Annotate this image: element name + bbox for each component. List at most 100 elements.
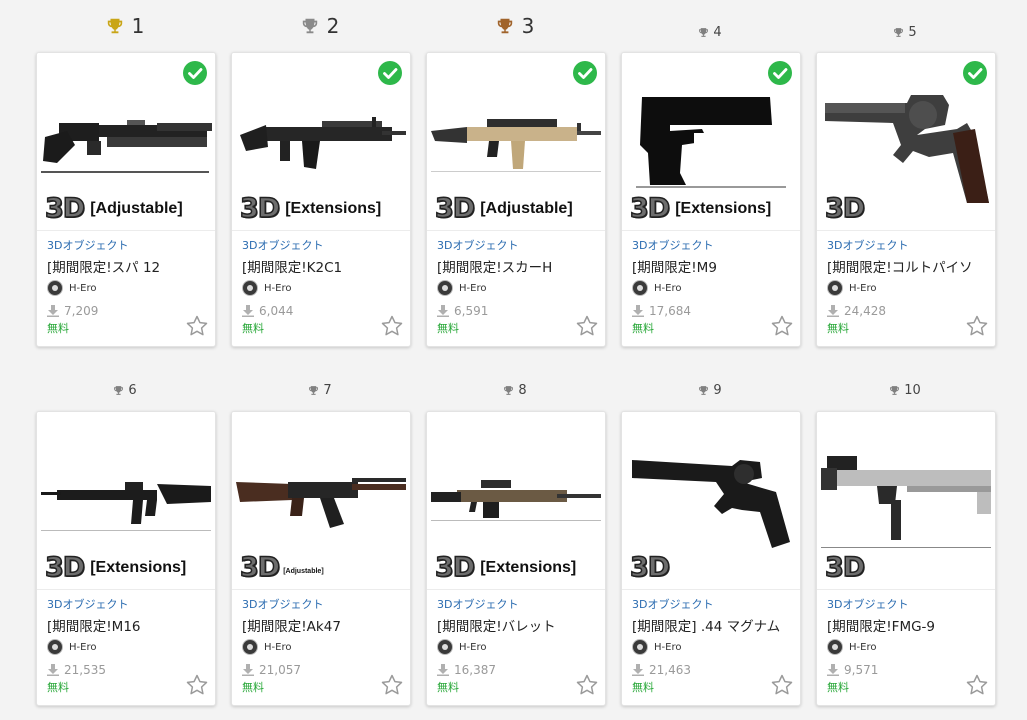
trophy-icon — [503, 385, 518, 396]
item-card[interactable]: 3D 3Dオブジェクト [期間限定] .44 マグナム H-Ero 21,463 無料 — [621, 411, 801, 706]
item-thumbnail[interactable]: 3D — [817, 53, 995, 231]
3d-badge: 3D [Extensions] — [434, 551, 576, 584]
category-link[interactable]: 3Dオブジェクト — [827, 237, 987, 252]
item-thumbnail[interactable]: 3D — [622, 412, 800, 590]
item-card[interactable]: 3D [Extensions] 3Dオブジェクト [期間限定!M16 H-Ero 21,5… — [36, 411, 216, 706]
rank-label-7: 7 — [231, 381, 409, 399]
item-title[interactable]: [期間限定!Ak47 — [242, 615, 402, 633]
item-card[interactable]: 3D [Extensions] 3Dオブジェクト [期間限定!バレット H-Ero 16,… — [426, 411, 606, 706]
author-name: H-Ero — [459, 282, 487, 294]
star-icon[interactable] — [770, 673, 794, 697]
star-icon[interactable] — [575, 673, 599, 697]
download-count: 21,463 — [632, 663, 792, 677]
author[interactable]: H-Ero — [632, 279, 792, 297]
category-link[interactable]: 3Dオブジェクト — [242, 596, 402, 611]
item-thumbnail[interactable]: 3D [Adjustable] — [232, 412, 410, 590]
star-icon[interactable] — [965, 314, 989, 338]
check-icon — [963, 61, 987, 85]
author[interactable]: H-Ero — [47, 638, 207, 656]
item-card[interactable]: 3D [Adjustable] 3Dオブジェクト [期間限定!スパ 12 H-Ero 7,… — [36, 52, 216, 347]
avatar — [632, 639, 648, 655]
item-card[interactable]: 3D [Extensions] 3Dオブジェクト [期間限定!M9 H-Ero 17,68… — [621, 52, 801, 347]
author[interactable]: H-Ero — [242, 279, 402, 297]
star-icon[interactable] — [380, 314, 404, 338]
trophy-icon — [113, 385, 128, 396]
avatar — [437, 639, 453, 655]
star-icon[interactable] — [575, 314, 599, 338]
weapon-image — [632, 460, 790, 548]
trophy-icon — [698, 27, 713, 38]
price-label: 無料 — [47, 322, 69, 335]
3d-logo: 3D — [239, 192, 281, 225]
rank-label-4: 4 — [621, 23, 799, 41]
author[interactable]: H-Ero — [242, 638, 402, 656]
category-link[interactable]: 3Dオブジェクト — [437, 596, 597, 611]
download-count: 16,387 — [437, 663, 597, 677]
star-icon[interactable] — [770, 314, 794, 338]
item-card[interactable]: 3D 3Dオブジェクト [期間限定!コルトパイソ H-Ero 24,428 無料 — [816, 52, 996, 347]
item-title[interactable]: [期間限定!K2C1 — [242, 256, 402, 274]
item-thumbnail[interactable]: 3D [Adjustable] — [37, 53, 215, 231]
weapon-image — [821, 456, 991, 548]
author[interactable]: H-Ero — [632, 638, 792, 656]
category-link[interactable]: 3Dオブジェクト — [437, 237, 597, 252]
author-name: H-Ero — [654, 282, 682, 294]
author[interactable]: H-Ero — [47, 279, 207, 297]
feature-tag: [Adjustable] — [480, 199, 573, 217]
category-link[interactable]: 3Dオブジェクト — [632, 237, 792, 252]
category-link[interactable]: 3Dオブジェクト — [47, 596, 207, 611]
download-count-value: 16,387 — [454, 663, 496, 677]
item-title[interactable]: [期間限定] .44 マグナム — [632, 615, 792, 633]
item-title[interactable]: [期間限定!コルトパイソ — [827, 256, 987, 274]
item-thumbnail[interactable]: 3D [Extensions] — [37, 412, 215, 590]
category-link[interactable]: 3Dオブジェクト — [242, 237, 402, 252]
feature-tag: [Adjustable] — [90, 199, 183, 217]
download-icon — [47, 305, 59, 317]
item-thumbnail[interactable]: 3D [Adjustable] — [427, 53, 605, 231]
category-link[interactable]: 3Dオブジェクト — [827, 596, 987, 611]
item-thumbnail[interactable]: 3D [Extensions] — [427, 412, 605, 590]
item-title[interactable]: [期間限定!FMG-9 — [827, 615, 987, 633]
author-name: H-Ero — [264, 641, 292, 653]
category-link[interactable]: 3Dオブジェクト — [632, 596, 792, 611]
download-icon — [242, 305, 254, 317]
star-icon[interactable] — [185, 314, 209, 338]
item-card[interactable]: 3D 3Dオブジェクト [期間限定!FMG-9 H-Ero 9,571 無料 — [816, 411, 996, 706]
item-card[interactable]: 3D [Adjustable] 3Dオブジェクト [期間限定!スカーH H-Ero 6,5… — [426, 52, 606, 347]
3d-logo: 3D — [239, 551, 281, 584]
3d-logo: 3D — [44, 192, 86, 225]
3d-badge: 3D [Adjustable] — [434, 192, 573, 225]
item-title[interactable]: [期間限定!M16 — [47, 615, 207, 633]
feature-tag: [Extensions] — [285, 199, 382, 217]
download-count-value: 21,057 — [259, 663, 301, 677]
item-title[interactable]: [期間限定!バレット — [437, 615, 597, 633]
rank-label-3: 3 — [426, 12, 604, 40]
item-card[interactable]: 3D [Extensions] 3Dオブジェクト [期間限定!K2C1 H-Ero 6,0… — [231, 52, 411, 347]
author-name: H-Ero — [69, 282, 97, 294]
author[interactable]: H-Ero — [827, 279, 987, 297]
download-icon — [632, 305, 644, 317]
item-title[interactable]: [期間限定!M9 — [632, 256, 792, 274]
star-icon[interactable] — [380, 673, 404, 697]
author[interactable]: H-Ero — [827, 638, 987, 656]
star-icon[interactable] — [185, 673, 209, 697]
item-thumbnail[interactable]: 3D [Extensions] — [232, 53, 410, 231]
3d-logo: 3D — [629, 551, 671, 584]
star-icon[interactable] — [965, 673, 989, 697]
rank-label-6: 6 — [36, 381, 214, 399]
author-name: H-Ero — [459, 641, 487, 653]
3d-logo: 3D — [434, 551, 476, 584]
item-card[interactable]: 3D [Adjustable] 3Dオブジェクト [期間限定!Ak47 H-Ero 21,… — [231, 411, 411, 706]
author[interactable]: H-Ero — [437, 279, 597, 297]
category-link[interactable]: 3Dオブジェクト — [47, 237, 207, 252]
check-icon — [573, 61, 597, 85]
rank-number: 10 — [904, 382, 921, 398]
feature-tag: [Extensions] — [675, 199, 772, 217]
rank-label-8: 8 — [426, 381, 604, 399]
item-title[interactable]: [期間限定!スパ 12 — [47, 256, 207, 274]
author[interactable]: H-Ero — [437, 638, 597, 656]
item-title[interactable]: [期間限定!スカーH — [437, 256, 597, 274]
trophy-icon — [889, 385, 904, 396]
item-thumbnail[interactable]: 3D [Extensions] — [622, 53, 800, 231]
item-thumbnail[interactable]: 3D — [817, 412, 995, 590]
